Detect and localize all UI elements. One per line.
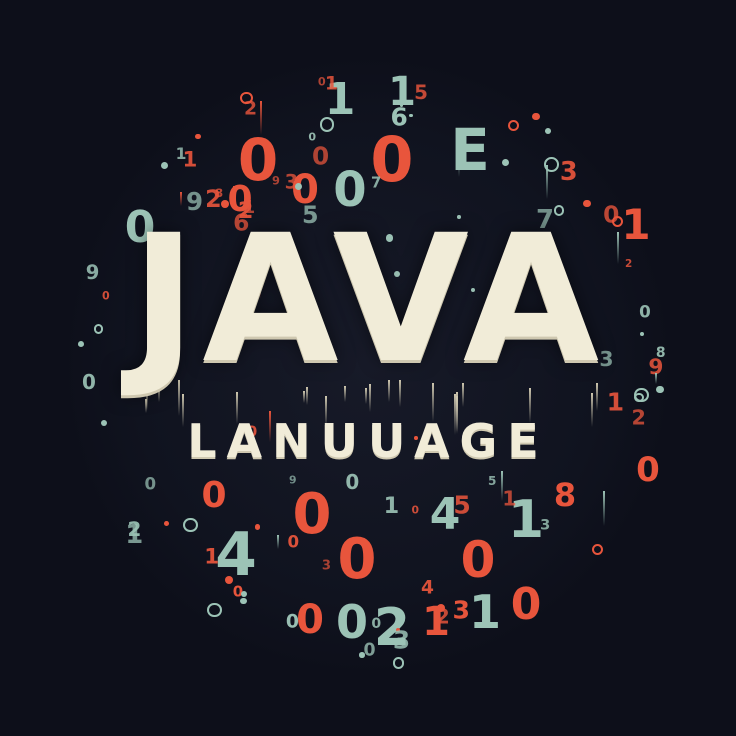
digit-glyph: 1 xyxy=(295,507,308,528)
decor-dot xyxy=(409,113,413,118)
digit-glyph: 1 xyxy=(502,486,517,511)
digit-glyph: 7 xyxy=(370,174,382,192)
digit-glyph: 0 xyxy=(460,531,496,589)
digit-glyph: 0 xyxy=(312,142,330,172)
digit-glyph: 6 xyxy=(390,103,408,133)
subtitle-language: LANUUAGE xyxy=(187,414,549,468)
digit-glyph: 0 xyxy=(335,595,369,649)
digit-glyph: 0 xyxy=(317,75,326,89)
decor-ring xyxy=(544,156,560,172)
decor-dot xyxy=(195,133,201,139)
digit-glyph: 1 xyxy=(125,519,144,550)
decor-dot xyxy=(294,182,302,190)
digit-glyph: 0 xyxy=(363,640,376,661)
digit-glyph: 1 xyxy=(383,492,400,519)
decor-ring xyxy=(634,387,649,403)
digit-glyph: 0 xyxy=(308,130,317,144)
digit-glyph: 5 xyxy=(414,80,428,104)
digit-glyph: 4 xyxy=(420,578,434,600)
decor-drip xyxy=(602,490,605,527)
digit-glyph: 0 xyxy=(287,532,300,552)
decor-ring xyxy=(392,656,405,669)
digit-glyph: 0 xyxy=(337,527,377,592)
digit-glyph: 1 xyxy=(468,585,502,639)
digit-glyph: 5 xyxy=(487,473,497,488)
poster-canvas: 00E1100010040041002110008910510108203720… xyxy=(0,0,736,736)
digit-glyph: 0 xyxy=(201,475,227,516)
digit-glyph: 9 xyxy=(271,173,280,188)
digit-glyph: 1 xyxy=(324,72,339,95)
decor-dot xyxy=(436,604,445,613)
digit-glyph: 3 xyxy=(559,157,578,188)
decor-drip xyxy=(260,100,263,135)
decor-drip xyxy=(458,143,461,177)
decor-drip xyxy=(276,535,279,549)
decor-dot xyxy=(224,576,233,585)
digit-glyph: 3 xyxy=(392,625,411,655)
digit-glyph: 4 xyxy=(215,520,257,590)
digit-glyph: 1 xyxy=(204,544,220,570)
digit-glyph: 0 xyxy=(296,597,324,643)
digit-glyph: 1 xyxy=(606,387,625,417)
title-java: JAVA xyxy=(130,197,606,402)
decor-ring xyxy=(508,119,520,131)
digit-glyph: 3 xyxy=(452,594,471,624)
digit-glyph: 0 xyxy=(510,579,542,630)
digit-glyph: 8 xyxy=(553,476,577,514)
decor-dot xyxy=(545,127,552,134)
digit-glyph: 0 xyxy=(144,475,157,495)
digit-glyph: 1 xyxy=(175,144,187,163)
digit-glyph: 3 xyxy=(540,517,551,535)
digit-glyph: 0 xyxy=(345,469,360,494)
decor-dot xyxy=(241,590,247,597)
digit-glyph: 2 xyxy=(244,98,258,120)
digit-glyph: 0 xyxy=(411,503,420,517)
decor-ring xyxy=(319,117,334,132)
decor-dot xyxy=(359,652,365,658)
decor-dot xyxy=(399,103,403,107)
digit-glyph: 5 xyxy=(453,490,471,520)
digit-glyph: E xyxy=(450,116,490,184)
digit-glyph: 9 xyxy=(289,473,297,487)
digit-glyph: 3 xyxy=(321,558,332,574)
digit-glyph: 0 xyxy=(285,611,299,633)
digit-glyph: 0 xyxy=(371,616,382,633)
